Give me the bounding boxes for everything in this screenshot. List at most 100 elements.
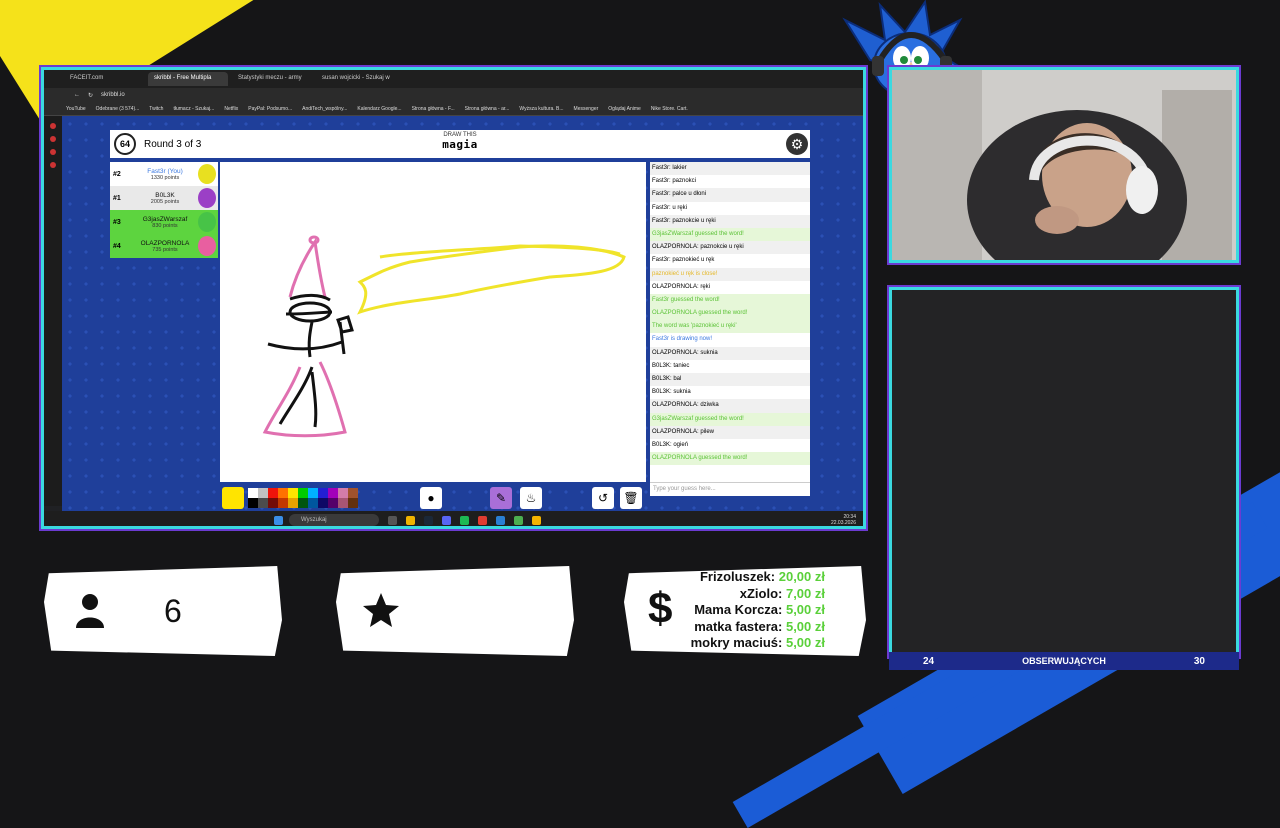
reload-icon[interactable]: ↻ [88, 92, 93, 99]
color-swatch[interactable] [328, 498, 338, 508]
bookmark-link[interactable]: Messenger [574, 106, 599, 112]
bookmark-link[interactable]: Netflix [224, 106, 238, 112]
color-swatch[interactable] [348, 498, 358, 508]
sidebar-icon[interactable] [50, 136, 56, 142]
app-icon[interactable] [496, 515, 505, 525]
chat-message: Fast3r guessed the word! [650, 293, 810, 308]
back-icon[interactable]: ← [74, 92, 80, 98]
webcam-person [892, 70, 1236, 260]
gear-icon[interactable]: ⚙ [786, 133, 808, 155]
bookmark-link[interactable]: AndiTech_wspólny... [302, 106, 347, 112]
player-name: OLAZPORNOLA [140, 239, 190, 247]
color-swatch[interactable] [258, 488, 268, 498]
drawing-toolbar: ● ✎ ♨ ↺ 🗑 [220, 486, 646, 510]
chat-message: G3jasZWarszaf guessed the word! [650, 227, 810, 242]
color-swatch[interactable] [298, 498, 308, 508]
app-icon[interactable] [514, 515, 523, 525]
color-swatch[interactable] [308, 498, 318, 508]
color-swatch[interactable] [278, 498, 288, 508]
chat-message: Fast3r: lakier [650, 162, 810, 176]
url-text[interactable]: skribbl.io [101, 92, 125, 98]
task-view-icon[interactable] [388, 515, 397, 525]
sidebar-icon[interactable] [50, 149, 56, 155]
pencil-icon[interactable]: ✎ [490, 487, 512, 509]
round-label: Round 3 of 3 [144, 138, 202, 150]
browser-tab[interactable]: susan wojcicki - Szukaj w [316, 72, 396, 86]
bookmark-link[interactable]: Odebrane (3 574)... [96, 106, 140, 112]
color-swatch[interactable] [338, 488, 348, 498]
game-capture-frame: FACEIT.com skribbl - Free Multipla Staty… [41, 67, 866, 529]
bookmark-link[interactable]: PayPal: Podsumo... [248, 106, 292, 112]
player-points: 2005 points [150, 198, 180, 205]
taskbar-clock: 20:34 22.03.2026 [831, 514, 856, 526]
chat-message: G3jasZWarszaf guessed the word! [650, 412, 810, 426]
file-explorer-icon[interactable] [406, 515, 415, 525]
bookmark-link[interactable]: tłumacz - Szukaj... [173, 106, 214, 112]
browser-tab[interactable]: FACEIT.com [64, 72, 144, 86]
donation-amount: 5,00 zł [785, 602, 825, 617]
sidebar-icon[interactable] [50, 123, 56, 129]
browser-tab-bar: FACEIT.com skribbl - Free Multipla Staty… [44, 70, 863, 88]
chat-message: OLAZPORNOLA: dziwka [650, 399, 810, 413]
donation-list: Frizoluszek: 20,00 zł xZiolo: 7,00 zł Mama… [691, 569, 825, 652]
spotify-icon[interactable] [460, 515, 469, 525]
chat-message: Fast3r is drawing now! [652, 336, 713, 343]
player-row[interactable]: #2 Fast3r (You) 1330 points [110, 162, 218, 186]
color-swatch[interactable] [258, 498, 268, 508]
webcam-frame [889, 67, 1239, 263]
chat-message: B0L3K: bal [650, 373, 810, 387]
color-swatch[interactable] [328, 488, 338, 498]
bookmark-link[interactable]: Twitch [149, 106, 163, 112]
chat-box: Fast3r: lakier Fast3r: paznokci Fast3r: pa… [650, 162, 810, 482]
color-swatch[interactable] [338, 498, 348, 508]
player-info: B0L3K 2005 points [135, 192, 195, 205]
trash-icon[interactable]: 🗑 [620, 487, 642, 509]
address-bar[interactable]: ← ↻ skribbl.io [44, 88, 863, 102]
chrome-icon[interactable] [532, 515, 541, 525]
player-list: #2 Fast3r (You) 1330 points #1 B0L3K 2005 poi… [110, 162, 218, 258]
app-icon[interactable] [478, 515, 487, 525]
player-row[interactable]: #4 OLAZPORNOLA 735 points [110, 234, 218, 258]
color-swatch[interactable] [268, 498, 278, 508]
player-points: 735 points [152, 246, 178, 253]
fill-bucket-icon[interactable]: ♨ [520, 487, 542, 509]
color-swatch[interactable] [308, 488, 318, 498]
donor-name: Frizoluszek: [699, 569, 779, 584]
browser-tab[interactable]: Statystyki meczu - army [232, 72, 312, 86]
player-row[interactable]: #3 G3jasZWarszaf 830 points [110, 210, 218, 234]
bookmark-link[interactable]: Oglądaj Anime [608, 106, 641, 112]
bookmark-link[interactable]: Nike Store. Cart. [651, 106, 688, 112]
brush-size-button[interactable]: ● [420, 487, 442, 509]
chat-message: OLAZPORNOLA: paznokcie u ręki [650, 241, 810, 255]
sidebar-icon[interactable] [50, 162, 56, 168]
color-swatch[interactable] [268, 488, 278, 498]
color-swatch[interactable] [248, 488, 258, 498]
dollar-icon: $ [648, 584, 673, 633]
bookmark-link[interactable]: Strona główna - ar... [465, 106, 510, 112]
browser-tab-active[interactable]: skribbl - Free Multipla [148, 72, 228, 86]
bookmark-link[interactable]: Kalendarz Google... [357, 106, 401, 112]
windows-start-icon[interactable] [274, 515, 283, 525]
color-swatch[interactable] [348, 488, 358, 498]
color-swatch[interactable] [278, 488, 288, 498]
color-swatch[interactable] [288, 488, 298, 498]
color-swatch[interactable] [318, 498, 328, 508]
bookmark-link[interactable]: Wyższa kultura. B... [519, 106, 563, 112]
color-swatch[interactable] [318, 488, 328, 498]
donation-entry: Frizoluszek: 20,00 zł [691, 569, 825, 586]
chat-input[interactable]: Type your guess here... [650, 482, 810, 496]
chat-message: Fast3r: paznokcie u ręki [650, 214, 810, 228]
color-swatch[interactable] [288, 498, 298, 508]
color-swatch[interactable] [298, 488, 308, 498]
drawing-canvas[interactable] [220, 162, 646, 482]
bookmark-link[interactable]: Strona główna - F... [412, 106, 455, 112]
steam-icon[interactable] [424, 515, 433, 525]
color-swatch[interactable] [248, 498, 258, 508]
player-info: G3jasZWarszaf 830 points [135, 216, 195, 229]
bookmark-link[interactable]: YouTube [66, 106, 86, 112]
player-row[interactable]: #1 B0L3K 2005 points [110, 186, 218, 210]
color-preview[interactable] [222, 487, 244, 509]
undo-icon[interactable]: ↺ [592, 487, 614, 509]
taskbar-search[interactable]: Wyszukaj [289, 514, 379, 526]
discord-icon[interactable] [442, 515, 451, 525]
